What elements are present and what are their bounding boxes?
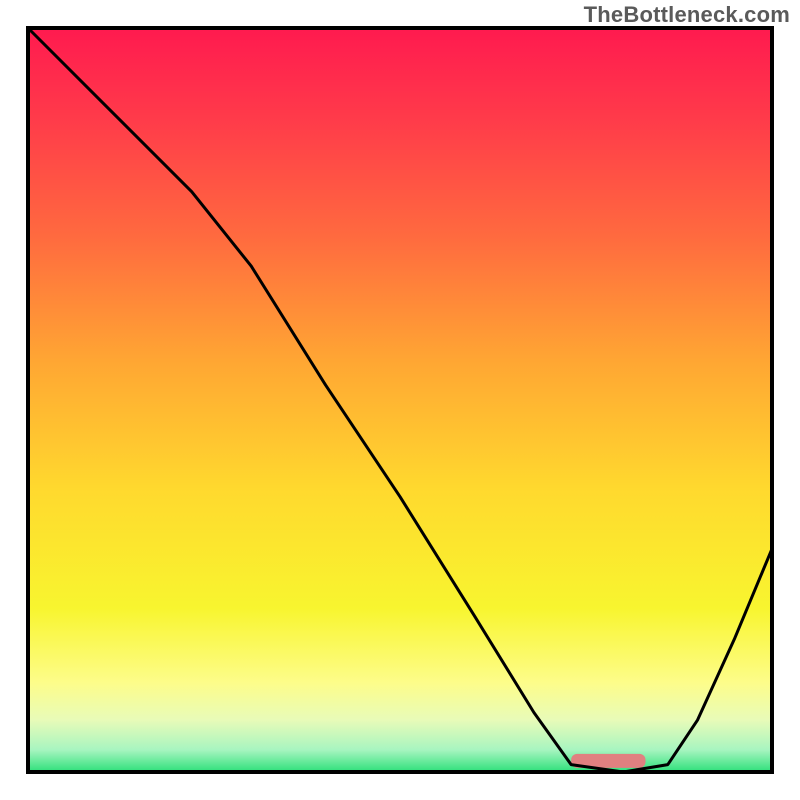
- bottleneck-chart: [0, 0, 800, 800]
- chart-container: TheBottleneck.com: [0, 0, 800, 800]
- watermark-text: TheBottleneck.com: [584, 2, 790, 28]
